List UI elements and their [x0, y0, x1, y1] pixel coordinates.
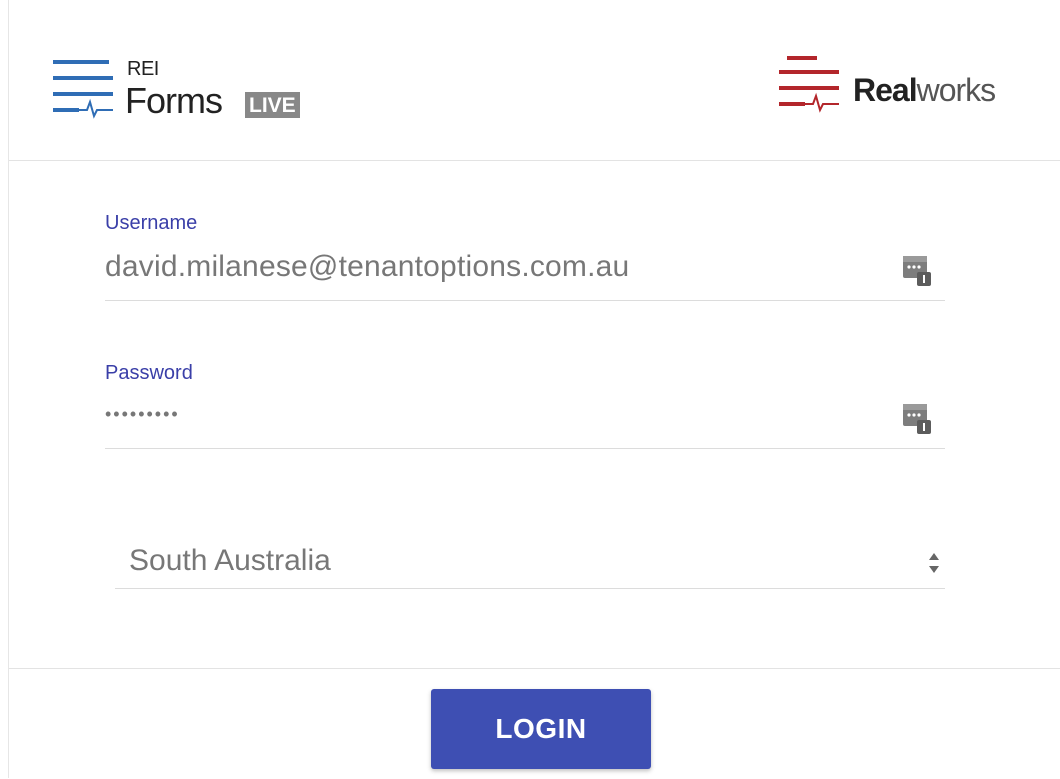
live-badge: LIVE [245, 92, 300, 118]
realworks-lines-icon [779, 56, 839, 113]
select-arrows-icon[interactable] [927, 550, 941, 576]
login-card: REI Forms LIVE Realworks Username david.… [8, 0, 1060, 778]
password-underline [105, 448, 945, 449]
username-input[interactable]: david.milanese@tenantoptions.com.au [105, 250, 629, 284]
realworks-text: Realworks [853, 72, 997, 109]
username-underline [105, 300, 945, 301]
realworks-light-text: works [916, 72, 997, 108]
login-footer: LOGIN [9, 668, 1060, 779]
login-header: REI Forms LIVE Realworks [9, 0, 1060, 161]
password-manager-icon[interactable] [901, 400, 933, 436]
login-button[interactable]: LOGIN [431, 689, 651, 769]
region-select[interactable]: South Australia [115, 536, 945, 589]
region-select-value[interactable]: South Australia [129, 544, 331, 578]
rei-lines-icon [53, 60, 113, 119]
realworks-bold-text: Real [853, 72, 918, 108]
realworks-logo: Realworks [779, 54, 1039, 124]
rei-forms-live-logo: REI Forms LIVE [53, 52, 333, 132]
password-input[interactable]: ••••••••• [105, 404, 180, 425]
rei-text: REI [127, 58, 159, 80]
username-field[interactable]: Username david.milanese@tenantoptions.co… [105, 212, 945, 304]
password-field[interactable]: Password ••••••••• [105, 362, 945, 454]
username-label: Username [105, 212, 198, 234]
forms-text: Forms [125, 80, 223, 121]
password-manager-icon[interactable] [901, 252, 933, 288]
password-label: Password [105, 362, 193, 384]
